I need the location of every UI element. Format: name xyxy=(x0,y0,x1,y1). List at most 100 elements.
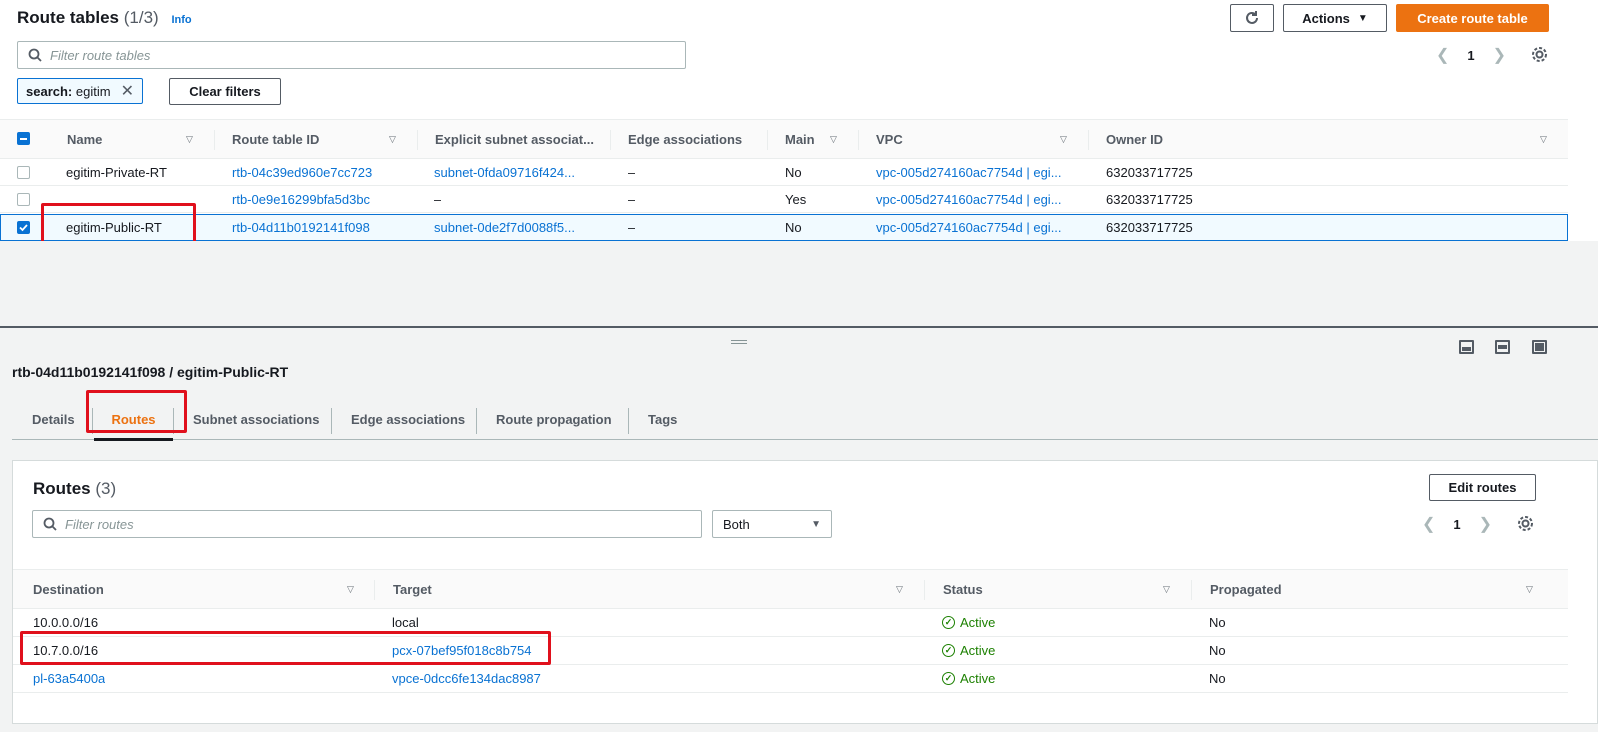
routes-header: Destination ▽ Target ▽ Status ▽ Propagat… xyxy=(13,569,1568,609)
sort-icon[interactable]: ▽ xyxy=(1540,134,1547,145)
panel-middle-icon[interactable] xyxy=(1495,340,1510,354)
routes-filter-placeholder: Filter routes xyxy=(65,516,134,532)
row-checkbox[interactable] xyxy=(17,221,30,234)
routes-container: Routes (3) Edit routes Filter routes Bot… xyxy=(12,460,1598,724)
table-row[interactable]: rtb-0e9e16299bfa5d3bc – – Yes vpc-005d27… xyxy=(0,186,1568,213)
table-row: 10.0.0.0/16 local ✓ Active No xyxy=(13,609,1568,637)
row-owner: 632033717725 xyxy=(1106,164,1193,180)
col-explicit-subnet[interactable]: Explicit subnet associat... xyxy=(435,120,594,158)
route-target-link[interactable]: pcx-07bef95f018c8b754 xyxy=(392,637,532,664)
refresh-button[interactable] xyxy=(1230,4,1274,32)
col-main[interactable]: Main xyxy=(785,120,815,158)
sort-icon[interactable]: ▽ xyxy=(1163,584,1170,595)
col-owner-id[interactable]: Owner ID xyxy=(1106,120,1163,158)
clear-filters-button[interactable]: Clear filters xyxy=(169,78,281,105)
col-target[interactable]: Target xyxy=(393,570,432,608)
row-main: No xyxy=(785,164,802,180)
routes-filter-input[interactable]: Filter routes xyxy=(32,510,702,538)
sort-icon[interactable]: ▽ xyxy=(1526,584,1533,595)
route-destination-link[interactable]: pl-63a5400a xyxy=(33,665,105,692)
row-checkbox[interactable] xyxy=(17,166,30,179)
col-propagated[interactable]: Propagated xyxy=(1210,570,1282,608)
col-status[interactable]: Status xyxy=(943,570,983,608)
settings-gear-icon[interactable] xyxy=(1531,46,1548,63)
col-name[interactable]: Name xyxy=(67,120,102,158)
panel-full-icon[interactable] xyxy=(1532,340,1547,354)
col-vpc[interactable]: VPC xyxy=(876,120,903,158)
detail-title: rtb-04d11b0192141f098 / egitim-Public-RT xyxy=(12,364,289,380)
row-vpc[interactable]: vpc-005d274160ac7754d | egi... xyxy=(876,215,1062,240)
sort-icon[interactable]: ▽ xyxy=(896,584,903,595)
tab-details[interactable]: Details xyxy=(32,398,75,440)
create-route-table-button[interactable]: Create route table xyxy=(1396,4,1549,32)
check-circle-icon: ✓ xyxy=(942,644,955,657)
check-circle-icon: ✓ xyxy=(942,616,955,629)
actions-button[interactable]: Actions ▼ xyxy=(1283,4,1387,32)
tab-route-propagation[interactable]: Route propagation xyxy=(496,398,612,440)
row-vpc[interactable]: vpc-005d274160ac7754d | egi... xyxy=(876,159,1062,185)
route-type-select[interactable]: Both ▼ xyxy=(712,510,832,538)
info-link[interactable]: Info xyxy=(171,14,191,26)
resize-handle-icon[interactable] xyxy=(731,340,747,344)
table-row[interactable]: egitim-Private-RT rtb-04c39ed960e7cc723 … xyxy=(0,159,1568,186)
edit-routes-button[interactable]: Edit routes xyxy=(1429,474,1536,501)
settings-gear-icon[interactable] xyxy=(1517,515,1534,532)
row-subnet[interactable]: subnet-0fda09716f424... xyxy=(434,159,575,185)
tab-tags[interactable]: Tags xyxy=(648,398,677,440)
route-type-value: Both xyxy=(723,516,750,532)
page-title-count: (1/3) xyxy=(123,8,159,27)
row-edge: – xyxy=(628,191,636,207)
caret-down-icon: ▼ xyxy=(811,518,821,530)
select-all-checkbox[interactable] xyxy=(17,132,30,145)
route-propagated: No xyxy=(1209,643,1226,658)
chevron-right-icon[interactable]: ❯ xyxy=(1479,514,1492,534)
page-number[interactable]: 1 xyxy=(1467,48,1474,63)
route-status-text: Active xyxy=(960,615,996,630)
row-edge: – xyxy=(628,164,636,180)
search-icon xyxy=(43,517,57,531)
chevron-left-icon[interactable]: ❮ xyxy=(1436,45,1449,65)
routes-title-text: Routes xyxy=(33,479,91,498)
table-empty-area xyxy=(0,241,1598,326)
row-name: egitim-Private-RT xyxy=(66,164,167,180)
sort-icon[interactable]: ▽ xyxy=(347,584,354,595)
panel-bottom-icon[interactable] xyxy=(1459,340,1474,354)
tab-subnet-associations[interactable]: Subnet associations xyxy=(193,398,319,440)
row-route-table-id[interactable]: rtb-04d11b0192141f098 xyxy=(232,215,370,240)
route-target-link[interactable]: vpce-0dcc6fe134dac8987 xyxy=(392,665,541,692)
table-row: 10.7.0.0/16 pcx-07bef95f018c8b754 ✓ Acti… xyxy=(13,637,1568,665)
filter-token-key: search: xyxy=(26,83,73,99)
sort-icon[interactable]: ▽ xyxy=(830,134,837,145)
route-target: local xyxy=(392,615,419,630)
route-tables-header: Name ▽ Route table ID ▽ Explicit subnet … xyxy=(0,119,1568,159)
chevron-right-icon[interactable]: ❯ xyxy=(1493,45,1506,65)
pagination: ❮ 1 ❯ xyxy=(1436,45,1506,65)
col-edge-associations[interactable]: Edge associations xyxy=(628,120,742,158)
col-route-table-id[interactable]: Route table ID xyxy=(232,120,319,158)
page-title: Route tables (1/3) Info xyxy=(17,8,192,28)
route-status: ✓ Active xyxy=(942,609,995,636)
row-vpc[interactable]: vpc-005d274160ac7754d | egi... xyxy=(876,186,1062,212)
route-propagated: No xyxy=(1209,671,1226,686)
row-subnet[interactable]: subnet-0de2f7d0088f5... xyxy=(434,215,575,240)
routes-page-number[interactable]: 1 xyxy=(1453,517,1460,532)
close-icon[interactable]: ✕ xyxy=(121,81,134,101)
row-route-table-id[interactable]: rtb-04c39ed960e7cc723 xyxy=(232,159,372,185)
col-destination[interactable]: Destination xyxy=(33,570,104,608)
row-edge: – xyxy=(628,220,636,235)
table-row-selected[interactable]: egitim-Public-RT rtb-04d11b0192141f098 s… xyxy=(0,214,1568,241)
sort-icon[interactable]: ▽ xyxy=(389,134,396,145)
route-table-filter-input[interactable]: Filter route tables xyxy=(17,41,686,69)
sort-icon[interactable]: ▽ xyxy=(186,134,193,145)
check-circle-icon: ✓ xyxy=(942,672,955,685)
sort-icon[interactable]: ▽ xyxy=(1060,134,1067,145)
route-propagated: No xyxy=(1209,615,1226,630)
row-checkbox[interactable] xyxy=(17,193,30,206)
chevron-left-icon[interactable]: ❮ xyxy=(1422,514,1435,534)
row-subnet: – xyxy=(434,191,442,207)
tab-routes[interactable]: Routes xyxy=(94,398,173,441)
tab-edge-associations[interactable]: Edge associations xyxy=(351,398,465,440)
caret-down-icon: ▼ xyxy=(1357,12,1368,24)
filter-token: search: egitim ✕ xyxy=(17,78,143,104)
row-route-table-id[interactable]: rtb-0e9e16299bfa5d3bc xyxy=(232,186,370,212)
